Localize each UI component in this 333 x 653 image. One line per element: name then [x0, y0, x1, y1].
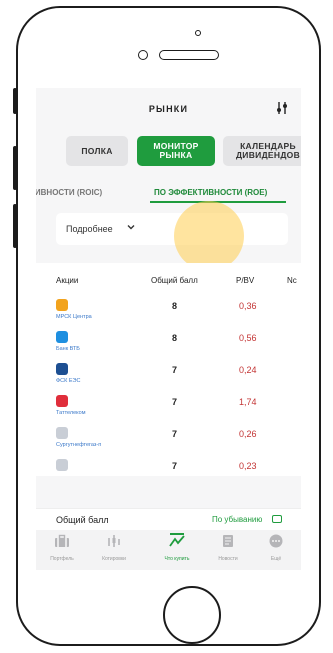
- score-value: 7: [172, 397, 178, 407]
- page-title: РЫНКИ: [148, 104, 189, 114]
- company-name[interactable]: Таттелеком: [56, 410, 85, 416]
- tab-dividend-calendar[interactable]: КАЛЕНДАРЬ ДИВИДЕНДОВ: [223, 136, 301, 166]
- company-name[interactable]: МРСК Центра: [56, 314, 92, 320]
- column-header-pbv[interactable]: P/BV: [236, 276, 254, 285]
- company-logo-icon: [56, 427, 68, 439]
- table-row[interactable]: МРСК Центра 8 0,36: [36, 293, 301, 325]
- nav-portfolio[interactable]: Портфель: [42, 534, 82, 562]
- column-header-stocks[interactable]: Акции: [56, 276, 78, 285]
- score-value: 8: [172, 333, 178, 343]
- details-dropdown-label: Подробнее: [66, 224, 113, 234]
- camera-dot: [195, 30, 201, 36]
- pbv-value: 0,36: [239, 301, 257, 311]
- pbv-value: 0,24: [239, 365, 257, 375]
- table-row[interactable]: ФСК ЕЭС 7 0,24: [36, 357, 301, 389]
- company-logo-icon: [56, 363, 68, 375]
- pbv-value: 0,23: [239, 461, 257, 471]
- sort-bar[interactable]: Общий балл По убыванию: [36, 508, 301, 531]
- tab-market-monitor-label: МОНИТОР РЫНКА: [153, 141, 199, 160]
- company-logo-icon: [56, 459, 68, 471]
- stocks-table: МРСК Центра 8 0,36 Банк ВТБ 8 0,56 ФСК Е…: [36, 293, 301, 476]
- table-row[interactable]: Таттелеком 7 1,74: [36, 389, 301, 421]
- company-logo-icon: [56, 299, 68, 311]
- table-row[interactable]: 7 0,23: [36, 453, 301, 476]
- tab-dividend-calendar-label: КАЛЕНДАРЬ ДИВИДЕНДОВ: [235, 141, 301, 160]
- nav-label: Ещё: [270, 556, 282, 562]
- sort-direction[interactable]: По убыванию: [212, 515, 262, 524]
- sub-tabs: ТИВНОСТИ (ROIC) ПО ЭФФЕКТИВНОСТИ (ROE): [36, 182, 301, 206]
- briefcase-icon: [55, 534, 69, 547]
- company-name[interactable]: Сургутнефтегаз-п: [56, 442, 101, 448]
- top-bar: РЫНКИ: [36, 88, 301, 128]
- nav-what-to-buy[interactable]: Что купить: [157, 534, 197, 562]
- nav-more[interactable]: Ещё: [256, 534, 296, 562]
- tab-roic[interactable]: ТИВНОСТИ (ROIC): [36, 188, 102, 197]
- quotes-icon: [108, 535, 120, 547]
- score-value: 7: [172, 365, 178, 375]
- nav-label: Котировки: [102, 556, 126, 562]
- bottom-navigation: Портфель Котировки Что купить Новости Ещ…: [36, 530, 301, 570]
- tab-polka[interactable]: ПОЛКА: [66, 136, 128, 166]
- company-logo-icon: [56, 331, 68, 343]
- tap-highlight: [174, 201, 244, 271]
- news-icon: [223, 535, 233, 547]
- company-name[interactable]: ФСК ЕЭС: [56, 378, 80, 384]
- score-value: 7: [172, 429, 178, 439]
- table-row[interactable]: Банк ВТБ 8 0,56: [36, 325, 301, 357]
- score-value: 8: [172, 301, 178, 311]
- chevron-down-icon: [127, 225, 135, 230]
- company-name[interactable]: Банк ВТБ: [56, 346, 80, 352]
- column-header-score[interactable]: Общий балл: [151, 276, 198, 285]
- pbv-value: 0,26: [239, 429, 257, 439]
- app-screen: РЫНКИ ПОЛКА МОНИТОР РЫНКА КАЛЕНДАРЬ ДИВИ…: [36, 88, 301, 570]
- tab-polka-label: ПОЛКА: [81, 145, 113, 156]
- filter-icon[interactable]: [273, 99, 291, 117]
- nav-label: Что купить: [164, 556, 190, 562]
- home-button[interactable]: [163, 586, 221, 644]
- sort-field[interactable]: Общий балл: [56, 515, 109, 525]
- front-camera: [138, 50, 148, 60]
- more-icon: [269, 534, 283, 548]
- table-row[interactable]: Сургутнефтегаз-п 7 0,26: [36, 421, 301, 453]
- tab-market-monitor[interactable]: МОНИТОР РЫНКА: [137, 136, 215, 166]
- score-value: 7: [172, 461, 178, 471]
- sort-icon[interactable]: [272, 515, 282, 523]
- column-header-next[interactable]: Nc: [287, 276, 297, 285]
- company-logo-icon: [56, 395, 68, 407]
- trend-icon: [169, 535, 185, 547]
- nav-news[interactable]: Новости: [208, 534, 248, 562]
- nav-label: Новости: [218, 556, 238, 562]
- pbv-value: 0,56: [239, 333, 257, 343]
- active-nav-indicator: [170, 533, 184, 535]
- tab-roe[interactable]: ПО ЭФФЕКТИВНОСТИ (ROE): [154, 188, 267, 197]
- details-dropdown[interactable]: Подробнее: [56, 213, 288, 245]
- nav-label: Портфель: [50, 556, 74, 562]
- earpiece-speaker: [159, 50, 219, 60]
- nav-quotes[interactable]: Котировки: [94, 534, 134, 562]
- pbv-value: 1,74: [239, 397, 257, 407]
